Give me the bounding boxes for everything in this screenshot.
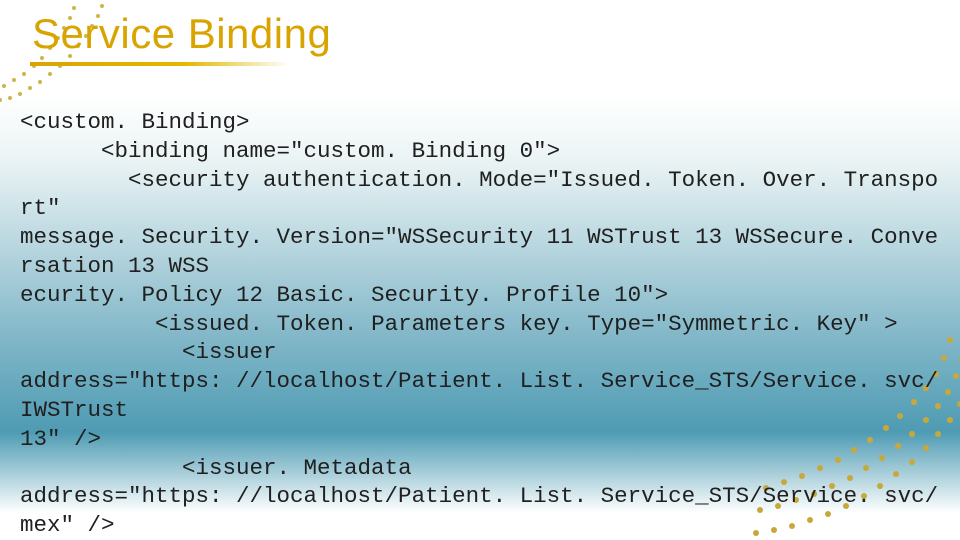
code-line: address="https: //localhost/Patient. Lis… <box>20 368 938 423</box>
code-line: <security authentication. Mode="Issued. … <box>20 167 938 222</box>
slide: Service Binding <custom. Binding> <bindi… <box>0 0 960 540</box>
code-line: <issued. Token. Parameters key. Type="Sy… <box>20 311 898 337</box>
code-block: <custom. Binding> <binding name="custom.… <box>20 108 942 540</box>
code-line: address="https: //localhost/Patient. Lis… <box>20 483 938 538</box>
code-line: 13" /> <box>20 426 101 452</box>
code-line: <binding name="custom. Binding 0"> <box>20 138 560 164</box>
code-line: <issuer. Metadata <box>20 455 412 481</box>
code-line: ecurity. Policy 12 Basic. Security. Prof… <box>20 282 668 308</box>
code-line: <issuer <box>20 339 277 365</box>
code-line: <custom. Binding> <box>20 109 250 135</box>
code-line: message. Security. Version="WSSecurity 1… <box>20 224 938 279</box>
slide-title: Service Binding <box>32 10 331 58</box>
title-underline <box>30 62 290 66</box>
